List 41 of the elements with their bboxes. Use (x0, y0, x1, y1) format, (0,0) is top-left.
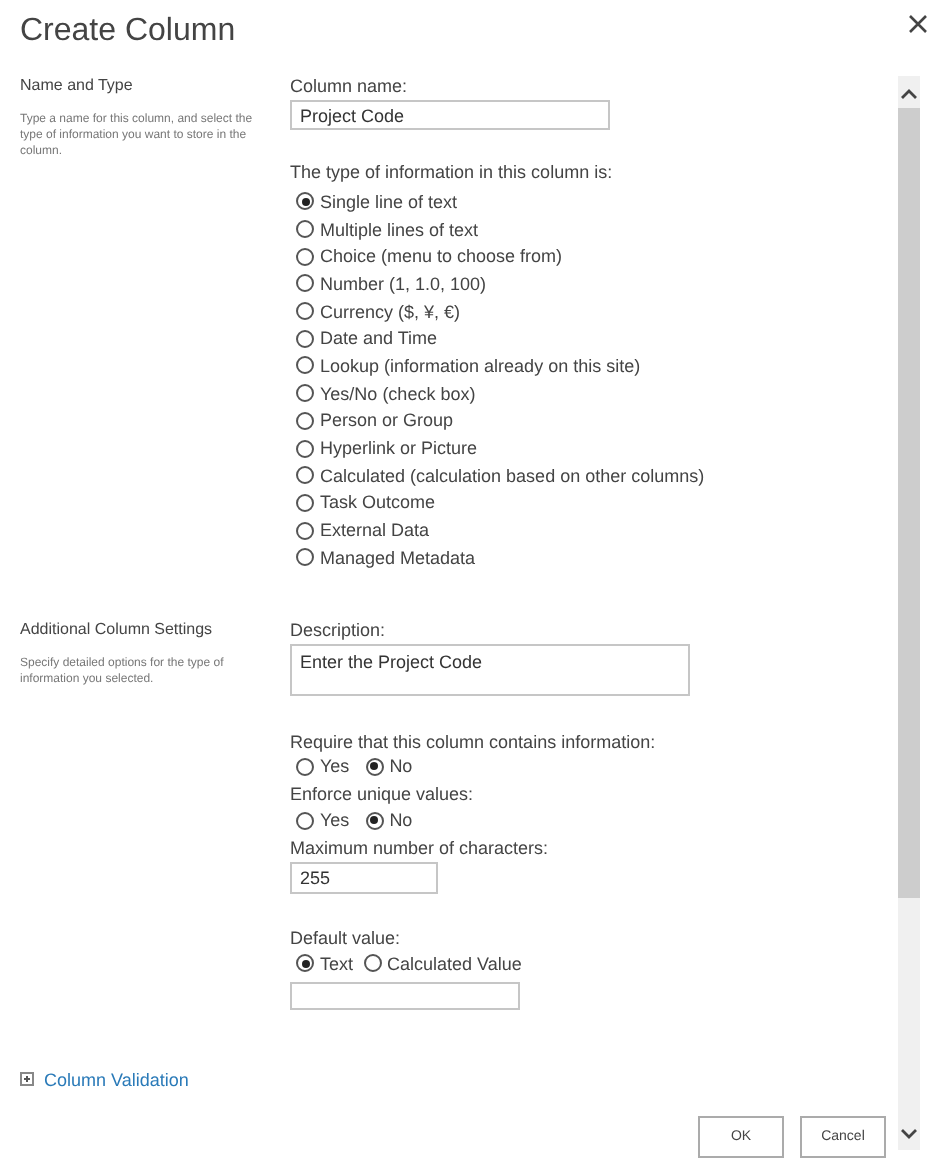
scroll-up-icon[interactable] (900, 88, 918, 100)
field-label: Enforce unique values: (290, 784, 474, 805)
default-value-field[interactable] (290, 981, 520, 1010)
radio-option[interactable]: Hyperlink or Picture (296, 434, 705, 462)
scroll-thumb[interactable] (898, 108, 920, 898)
radio-option[interactable]: Calculated (calculation based on other columns) (296, 461, 705, 490)
radio-option[interactable]: Lookup (information already on this site) (296, 352, 705, 380)
radio-option[interactable]: Choice (menu to choose from) (296, 242, 705, 271)
section-heading: Name and Type (20, 76, 135, 94)
field-label: The type of information in this column is: (290, 162, 613, 182)
column-name-field[interactable]: Project Code (290, 100, 610, 130)
column-validation-link[interactable]: Column Validation (44, 1069, 189, 1090)
field-label: Column name: (290, 76, 408, 96)
radio-option[interactable]: No (365, 806, 413, 834)
radio-option[interactable]: Number (1, 1.0, 100) (296, 270, 705, 298)
field-label: Description: (290, 619, 386, 640)
radio-option[interactable]: Single line of text (296, 188, 705, 216)
max-characters-field[interactable]: 255 (290, 862, 438, 894)
field-label: Require that this column contains information: (290, 731, 656, 752)
radio-option[interactable]: Currency ($, ¥, €) (296, 297, 705, 325)
radio-option[interactable]: Text (296, 950, 354, 978)
dialog-title: Create Column (20, 14, 236, 50)
field-label: Default value: (290, 928, 401, 948)
section-heading: Additional Column Settings (20, 619, 215, 638)
radio-option[interactable]: Date and Time (296, 324, 705, 353)
radio-option[interactable]: Yes/No (check box) (296, 379, 705, 407)
expand-icon[interactable] (20, 1072, 34, 1087)
radio-option[interactable]: Calculated Value (363, 950, 522, 978)
radio-option[interactable]: Person or Group (296, 407, 705, 435)
radio-option[interactable]: Yes (296, 753, 350, 781)
radio-option[interactable]: Task Outcome (296, 489, 705, 517)
radio-option[interactable]: External Data (296, 516, 705, 544)
field-label: Maximum number of characters: (290, 838, 549, 858)
scrollbar[interactable] (898, 76, 920, 1150)
radio-option[interactable]: Multiple lines of text (296, 215, 705, 243)
scroll-down-icon[interactable] (900, 1128, 918, 1140)
close-icon[interactable] (908, 14, 928, 34)
radio-option[interactable]: No (365, 753, 413, 781)
description-field[interactable]: Enter the Project Code (290, 643, 690, 696)
radio-option[interactable]: Managed Metadata (296, 543, 705, 572)
radio-option[interactable]: Yes (296, 806, 350, 834)
